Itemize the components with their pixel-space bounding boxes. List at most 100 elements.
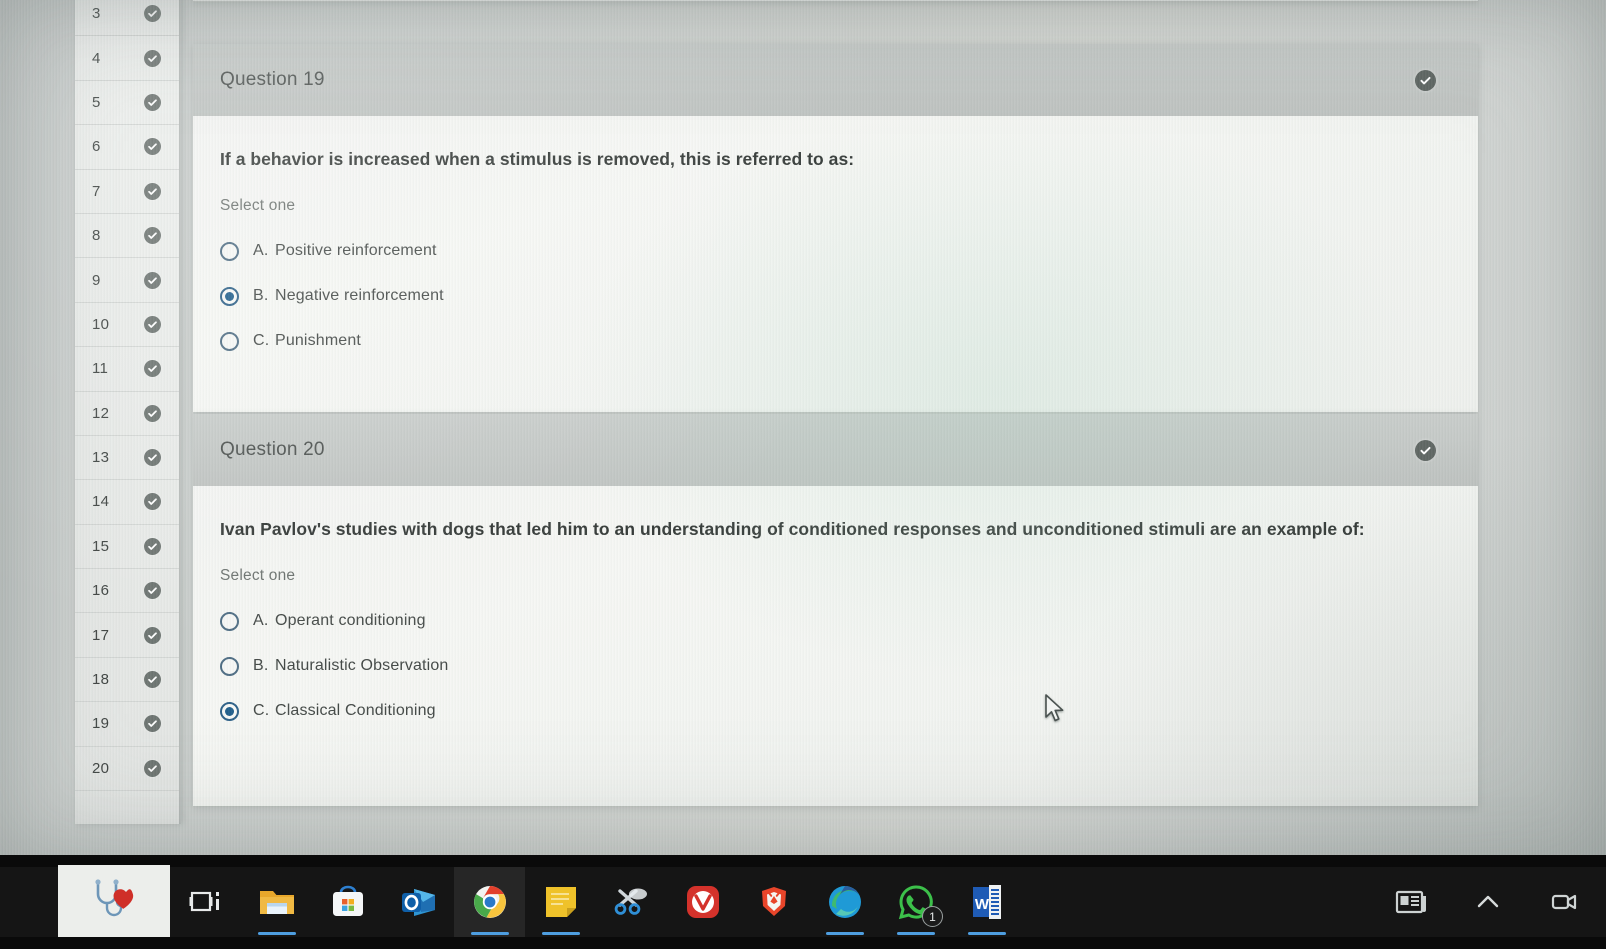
question-nav-item[interactable]: 15 bbox=[75, 525, 179, 570]
question-nav-item[interactable]: 12 bbox=[75, 392, 179, 436]
question-nav-number: 10 bbox=[92, 315, 110, 333]
sticky-notes-icon[interactable] bbox=[525, 867, 596, 937]
question-nav-item[interactable]: 4 bbox=[75, 36, 179, 81]
running-indicator bbox=[826, 932, 864, 935]
answer-option-20-b[interactable]: B. Naturalistic Observation bbox=[220, 644, 1448, 689]
radio-button-20-b[interactable] bbox=[220, 656, 239, 676]
question-header-label-19: Question 19 bbox=[220, 69, 325, 90]
answered-check-icon bbox=[144, 315, 161, 333]
answered-check-icon bbox=[144, 138, 161, 156]
question-nav-number: 6 bbox=[92, 138, 101, 156]
answer-option-20-c[interactable]: C. Classical Conditioning bbox=[220, 689, 1448, 734]
microsoft-word-icon[interactable]: W bbox=[951, 867, 1022, 937]
question-nav-item[interactable]: 17 bbox=[75, 613, 179, 658]
option-letter-20-a: A. bbox=[253, 612, 269, 630]
svg-text:W: W bbox=[974, 896, 989, 913]
running-indicator bbox=[542, 932, 580, 935]
running-indicator bbox=[471, 932, 509, 935]
option-letter-19-c: C. bbox=[253, 332, 270, 350]
radio-button-20-a[interactable] bbox=[220, 611, 239, 631]
radio-button-19-c[interactable] bbox=[220, 331, 239, 351]
taskbar-app-icons[interactable]: 1 W bbox=[170, 867, 1022, 937]
question-nav-number: 15 bbox=[92, 537, 110, 555]
question-nav-number: 9 bbox=[92, 271, 101, 289]
question-nav-number: 16 bbox=[92, 582, 110, 600]
radio-button-19-a[interactable] bbox=[220, 241, 239, 261]
question-nav-item[interactable]: 13 bbox=[75, 436, 179, 481]
show-hidden-icons-chevron-icon[interactable] bbox=[1460, 867, 1516, 937]
stethoscope-heart-logo bbox=[58, 865, 170, 937]
taskbar-system-tray[interactable] bbox=[1384, 867, 1606, 937]
photographed-screen: 3 4 5 6 7 8 9 10 11 12 13 14 15 16 17 18 19 20 Question 1… bbox=[0, 0, 1606, 949]
question-nav-item[interactable]: 14 bbox=[75, 480, 179, 525]
option-label-19-b: Negative reinforcement bbox=[275, 287, 444, 305]
microsoft-store-icon[interactable] bbox=[312, 867, 383, 937]
question-nav-item[interactable]: 9 bbox=[75, 258, 179, 303]
previous-question-card-partial bbox=[193, 0, 1478, 2]
question-card-20: Question 20 Ivan Pavlov's studies with d… bbox=[193, 414, 1478, 806]
question-nav-number: 12 bbox=[92, 404, 110, 422]
snipping-tool-icon[interactable] bbox=[596, 867, 667, 937]
option-letter-19-a: A. bbox=[253, 242, 269, 260]
question-nav-item[interactable]: 10 bbox=[75, 303, 179, 348]
whatsapp-icon[interactable]: 1 bbox=[880, 867, 951, 937]
brave-icon[interactable] bbox=[738, 867, 809, 937]
question-nav-item[interactable]: 11 bbox=[75, 347, 179, 392]
question-text-20: Ivan Pavlov's studies with dogs that led… bbox=[220, 519, 1365, 539]
answered-check-icon bbox=[144, 493, 161, 511]
question-nav-number: 18 bbox=[92, 671, 110, 689]
question-nav-item[interactable]: 7 bbox=[75, 170, 179, 214]
quiz-page: 3 4 5 6 7 8 9 10 11 12 13 14 15 16 17 18 19 20 Question 1… bbox=[0, 0, 1606, 855]
question-body-19: If a behavior is increased when a stimul… bbox=[193, 116, 1478, 412]
question-navigation-panel[interactable]: 3 4 5 6 7 8 9 10 11 12 13 14 15 16 17 18 19 20 bbox=[75, 0, 181, 824]
outlook-icon[interactable] bbox=[383, 867, 454, 937]
question-nav-item[interactable]: 3 bbox=[75, 0, 179, 37]
answered-check-icon bbox=[144, 93, 161, 111]
question-nav-item[interactable]: 8 bbox=[75, 214, 179, 259]
camera-privacy-icon[interactable] bbox=[1536, 867, 1592, 937]
option-label-20-a: Operant conditioning bbox=[275, 612, 426, 630]
answered-check-icon bbox=[144, 671, 161, 689]
option-letter-20-b: B. bbox=[253, 657, 269, 675]
option-label-19-a: Positive reinforcement bbox=[275, 242, 437, 260]
answered-check-icon bbox=[144, 49, 161, 67]
vivaldi-icon[interactable] bbox=[667, 867, 738, 937]
answer-option-19-a[interactable]: A. Positive reinforcement bbox=[220, 229, 1448, 274]
running-indicator bbox=[897, 932, 935, 935]
file-explorer-icon[interactable] bbox=[241, 867, 312, 937]
windows-taskbar[interactable]: 1 W bbox=[0, 855, 1606, 949]
question-text-19: If a behavior is increased when a stimul… bbox=[220, 149, 855, 169]
question-nav-item[interactable]: 16 bbox=[75, 569, 179, 614]
answered-check-icon bbox=[144, 759, 161, 777]
question-nav-number: 3 bbox=[92, 5, 101, 23]
answered-check-icon bbox=[144, 715, 161, 733]
google-chrome-icon[interactable] bbox=[454, 867, 525, 937]
microsoft-edge-icon[interactable] bbox=[809, 867, 880, 937]
question-nav-item[interactable]: 6 bbox=[75, 125, 179, 170]
question-nav-item[interactable]: 5 bbox=[75, 81, 179, 126]
radio-button-20-c[interactable] bbox=[220, 701, 239, 721]
task-view-icon[interactable] bbox=[170, 867, 241, 937]
question-card-19: Question 19 If a behavior is increased w… bbox=[193, 44, 1478, 412]
answer-options-19: A. Positive reinforcement B. Negative re… bbox=[220, 229, 1448, 364]
answer-option-19-b[interactable]: B. Negative reinforcement bbox=[220, 274, 1448, 319]
answer-option-20-a[interactable]: A. Operant conditioning bbox=[220, 599, 1448, 644]
question-nav-item[interactable]: 20 bbox=[75, 747, 179, 792]
whatsapp-notification-badge: 1 bbox=[922, 906, 943, 927]
question-nav-number: 5 bbox=[92, 93, 101, 111]
news-widget-icon[interactable] bbox=[1384, 867, 1440, 937]
radio-button-19-b[interactable] bbox=[220, 286, 239, 306]
option-label-20-c: Classical Conditioning bbox=[275, 702, 436, 720]
answered-check-icon bbox=[144, 271, 161, 289]
option-letter-19-b: B. bbox=[253, 287, 269, 305]
quiz-content: Question 19 If a behavior is increased w… bbox=[193, 0, 1483, 838]
question-nav-item[interactable]: 19 bbox=[75, 702, 179, 747]
answered-check-badge-19 bbox=[1415, 69, 1436, 91]
answer-option-19-c[interactable]: C. Punishment bbox=[220, 319, 1448, 364]
question-nav-number: 4 bbox=[92, 49, 101, 67]
select-one-label-20: Select one bbox=[220, 566, 296, 584]
question-nav-number: 14 bbox=[92, 493, 110, 511]
answer-options-20: A. Operant conditioning B. Naturalistic … bbox=[220, 599, 1448, 734]
question-nav-item[interactable]: 18 bbox=[75, 658, 179, 703]
question-nav-number: 11 bbox=[92, 360, 109, 378]
